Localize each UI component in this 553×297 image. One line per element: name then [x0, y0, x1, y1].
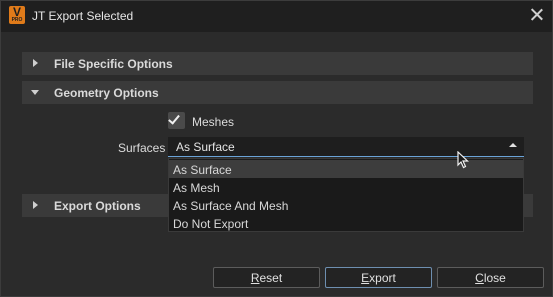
meshes-label[interactable]: Meshes [192, 115, 234, 129]
chevron-up-icon [509, 143, 517, 147]
surfaces-select[interactable]: As Surface [168, 137, 524, 157]
meshes-checkbox[interactable] [168, 112, 185, 129]
dropdown-option[interactable]: As Surface [169, 160, 523, 178]
mouse-pointer-icon [457, 151, 469, 169]
surfaces-dropdown-list: As Surface As Mesh As Surface And Mesh D… [168, 158, 524, 232]
window-title: JT Export Selected [32, 9, 134, 23]
checkmark-icon [168, 112, 180, 125]
title-bar[interactable]: V PRO JT Export Selected [1, 1, 552, 32]
section-file-specific-options[interactable]: File Specific Options [22, 52, 533, 75]
section-label: File Specific Options [54, 57, 173, 71]
expand-arrow-icon [33, 59, 38, 67]
section-geometry-options[interactable]: Geometry Options [22, 81, 533, 104]
collapse-arrow-icon [31, 90, 39, 95]
reset-button[interactable]: Reset [213, 267, 320, 288]
close-icon[interactable] [528, 6, 546, 24]
section-label: Geometry Options [54, 86, 159, 100]
close-button[interactable]: Close [437, 267, 544, 288]
expand-arrow-icon [33, 201, 38, 209]
export-dialog: V PRO JT Export Selected File Specific O… [0, 0, 553, 297]
export-button[interactable]: Export [325, 267, 432, 288]
surfaces-label: Surfaces [118, 141, 166, 155]
surfaces-selected-value: As Surface [176, 140, 235, 154]
app-logo-icon: V PRO [9, 5, 25, 24]
dropdown-option[interactable]: Do Not Export [169, 214, 523, 232]
section-label: Export Options [54, 199, 141, 213]
dropdown-option[interactable]: As Surface And Mesh [169, 196, 523, 214]
dropdown-option[interactable]: As Mesh [169, 178, 523, 196]
